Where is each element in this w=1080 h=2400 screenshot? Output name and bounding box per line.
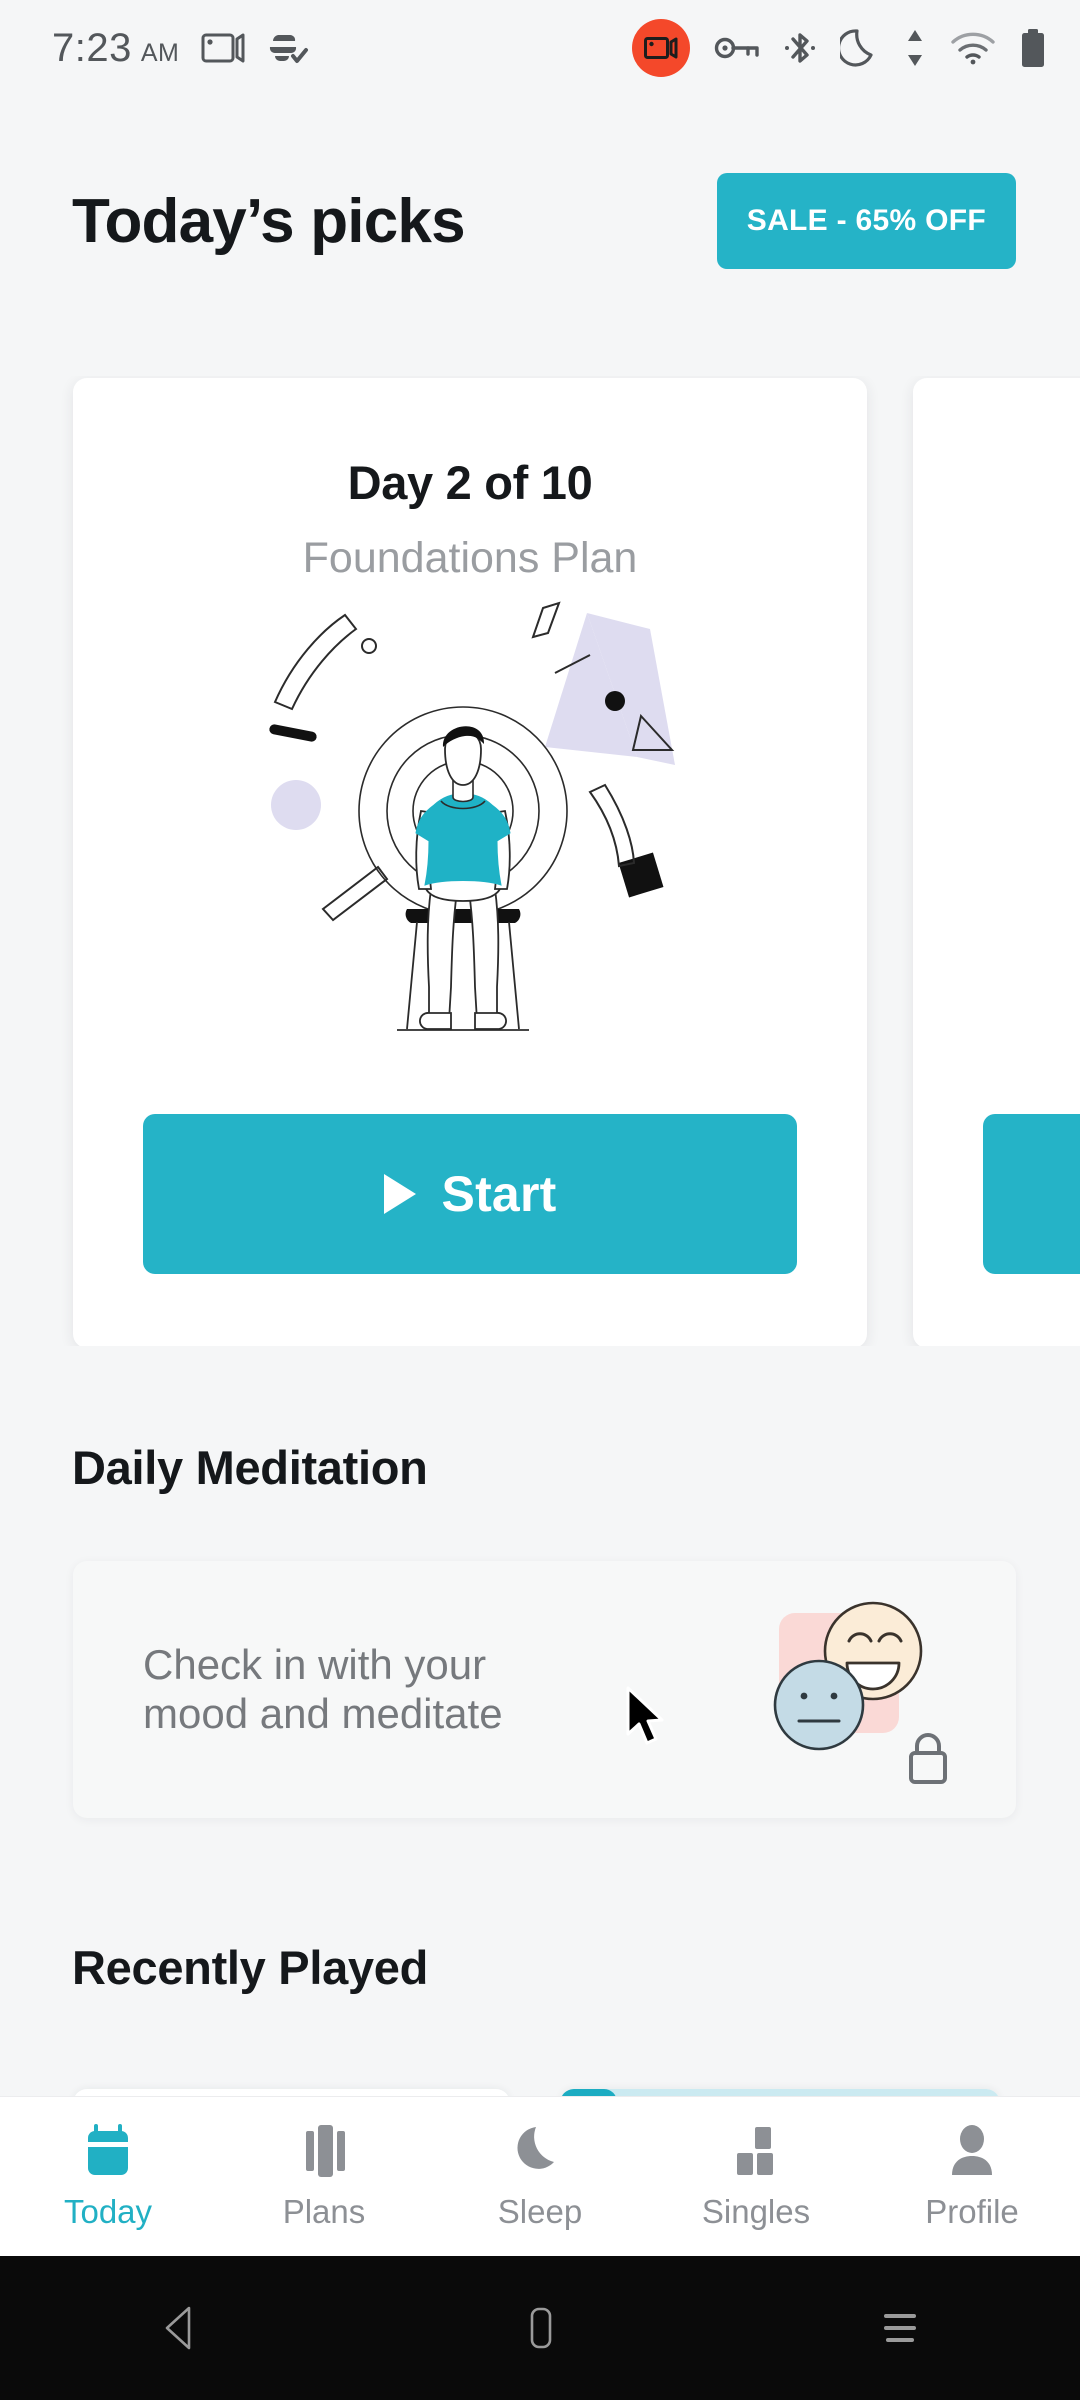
tab-profile-label: Profile: [925, 2193, 1019, 2230]
status-bar-ampm: AM: [140, 38, 180, 67]
person-icon: [945, 2122, 999, 2180]
app-header: Today’s picks SALE - 65% OFF: [0, 96, 1080, 346]
tab-sleep-label: Sleep: [497, 2193, 583, 2230]
mood-check-in-card[interactable]: Check in with your mood and meditate: [73, 1561, 1016, 1818]
mood-card-text: Check in with your mood and meditate: [143, 1640, 503, 1737]
plan-name-label: Foundations Plan: [302, 534, 638, 582]
play-icon: [383, 1174, 416, 1214]
meditation-illustration: [73, 589, 867, 1039]
columns-icon: [297, 2122, 351, 2180]
lock-icon-shape: [909, 1732, 947, 1784]
plan-card-next[interactable]: [913, 378, 1080, 1346]
tab-singles-label: Singles: [701, 2193, 811, 2230]
home-icon[interactable]: [360, 2256, 720, 2400]
tab-singles[interactable]: Singles: [648, 2097, 864, 2256]
recents-icon[interactable]: [720, 2256, 1080, 2400]
bluetooth-icon: [784, 29, 816, 67]
moon-icon: [513, 2122, 567, 2180]
status-bar-clock: 7:23 AM: [52, 26, 179, 71]
tab-plans[interactable]: Plans: [216, 2097, 432, 2256]
recently-played-heading: Recently Played: [72, 1941, 429, 1994]
android-nav-bar[interactable]: [0, 2256, 1080, 2400]
data-saver-icon: [267, 30, 309, 66]
tab-plans-label: Plans: [282, 2193, 366, 2230]
recording-active-icon: [632, 19, 690, 77]
start-button-label: Start: [441, 1166, 557, 1222]
plan-carousel[interactable]: Day 2 of 10 Foundations Plan Start: [0, 376, 1080, 1346]
plan-card[interactable]: Day 2 of 10 Foundations Plan Start: [73, 378, 867, 1346]
wifi-icon: [950, 31, 996, 65]
daily-meditation-heading: Daily Meditation: [72, 1441, 428, 1494]
page-title: Today’s picks: [72, 186, 466, 256]
screen-record-icon: [201, 31, 245, 65]
bottom-tab-bar[interactable]: Today Plans Sleep Singles Profile: [0, 2096, 1080, 2256]
tab-today-label: Today: [63, 2193, 153, 2230]
mood-faces-art: [761, 1595, 966, 1785]
sale-button[interactable]: SALE - 65% OFF: [716, 173, 1016, 269]
start-button[interactable]: Start: [143, 1114, 797, 1274]
calendar-icon: [81, 2122, 135, 2180]
tab-sleep[interactable]: Sleep: [432, 2097, 648, 2256]
do-not-disturb-moon-icon: [840, 27, 880, 69]
battery-icon: [1020, 28, 1046, 68]
back-icon[interactable]: [0, 2256, 360, 2400]
status-bar-time: 7:23: [52, 25, 132, 70]
status-bar-right: [632, 19, 1046, 77]
start-button-next[interactable]: [983, 1114, 1080, 1274]
tab-today[interactable]: Today: [0, 2097, 216, 2256]
status-bar-left: 7:23 AM: [52, 26, 309, 71]
tab-profile[interactable]: Profile: [864, 2097, 1080, 2256]
plan-day-label: Day 2 of 10: [347, 456, 593, 509]
meditation-illustration-next: [913, 455, 1080, 905]
status-bar: 7:23 AM: [0, 0, 1080, 96]
blocks-icon: [729, 2122, 783, 2180]
vpn-key-icon: [714, 35, 760, 61]
data-transfer-icon: [904, 28, 926, 68]
daily-meditation-section: Daily Meditation Check in with your mood…: [0, 1440, 1080, 1818]
